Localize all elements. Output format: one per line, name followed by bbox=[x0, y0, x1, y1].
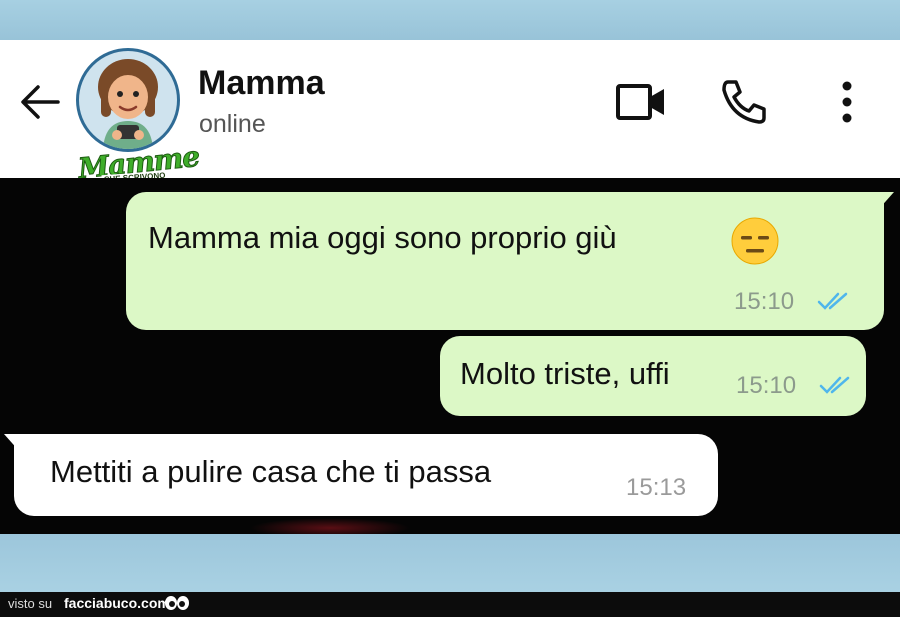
bottom-frame-band bbox=[0, 534, 900, 592]
background-glow bbox=[250, 518, 410, 534]
message-text: Mettiti a pulire casa che ti passa bbox=[50, 454, 492, 489]
watermark-footer: visto su facciabuco.com bbox=[0, 592, 900, 617]
avatar bbox=[76, 48, 180, 152]
message-text: Mamma mia oggi sono proprio giù bbox=[148, 220, 617, 255]
message-text: Molto triste, uffi bbox=[460, 356, 670, 391]
bubble-tail bbox=[878, 192, 894, 210]
message-bubble-outgoing[interactable]: Mamma mia oggi sono proprio giù 15:10 bbox=[126, 192, 894, 330]
video-call-icon[interactable] bbox=[614, 80, 668, 124]
contact-status: online bbox=[199, 110, 266, 138]
message-time: 15:10 bbox=[736, 372, 797, 399]
mom-cartoon-icon bbox=[98, 59, 158, 149]
double-check-icon bbox=[817, 292, 848, 310]
message-bubble-incoming[interactable]: Mettiti a pulire casa che ti passa 15:13 bbox=[4, 434, 718, 516]
arrow-left-icon[interactable] bbox=[18, 82, 62, 122]
message-time: 15:10 bbox=[734, 288, 795, 315]
contact-name[interactable]: Mamma bbox=[198, 64, 325, 103]
footer-site-link[interactable]: facciabuco.com bbox=[64, 595, 170, 611]
phone-call-icon[interactable] bbox=[718, 78, 768, 126]
googly-eyes-icon bbox=[165, 596, 189, 610]
contact-avatar[interactable]: Mamme CHE SCRIVONO MESSAGGI bbox=[72, 44, 201, 194]
chat-area: Mamma mia oggi sono proprio giù 15:10 Mo… bbox=[0, 178, 900, 534]
footer-prefix: visto su bbox=[8, 596, 53, 611]
double-check-icon bbox=[819, 376, 850, 394]
top-frame-band bbox=[0, 0, 900, 40]
expressionless-face-emoji bbox=[731, 217, 779, 265]
bubble-tail bbox=[4, 434, 20, 452]
message-time: 15:13 bbox=[626, 474, 687, 501]
message-bubble-outgoing[interactable]: Molto triste, uffi 15:10 bbox=[440, 336, 866, 416]
more-vertical-icon[interactable] bbox=[836, 80, 858, 124]
